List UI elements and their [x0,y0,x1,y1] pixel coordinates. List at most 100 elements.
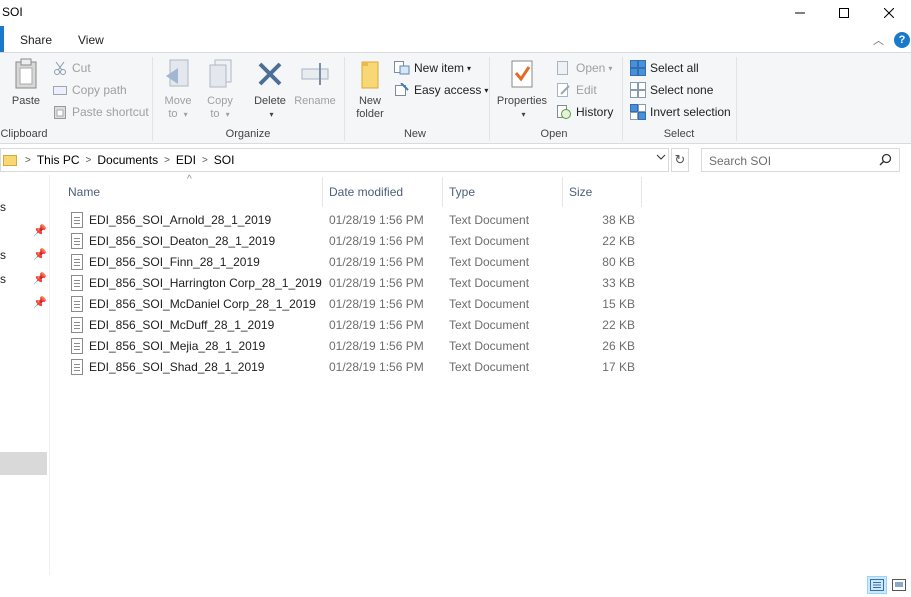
chevron-down-icon[interactable] [656,153,666,164]
copy-to-button[interactable]: Copy to ▾ [202,57,238,121]
file-date: 01/28/19 1:56 PM [329,234,424,248]
tab-file[interactable] [0,26,4,52]
column-header-date[interactable]: Date modified [329,185,403,199]
file-type: Text Document [449,213,530,227]
chevron-right-icon[interactable]: > [164,155,170,166]
easy-access-button[interactable]: Easy access ▾ [394,81,488,99]
file-type: Text Document [449,255,530,269]
paste-label: Paste [11,95,41,107]
file-row[interactable]: EDI_856_SOI_McDuff_28_1_2019 01/28/19 1:… [61,315,661,336]
invert-selection-icon [630,104,646,120]
search-box[interactable]: Search SOI [701,148,900,172]
cut-button[interactable]: Cut [52,59,91,77]
search-input[interactable]: Search SOI [709,154,771,168]
move-to-button[interactable]: Move to ▾ [160,57,196,121]
rename-icon [299,57,331,91]
select-all-icon [630,60,646,76]
file-name: EDI_856_SOI_Arnold_28_1_2019 [89,213,272,227]
file-size: 80 KB [602,255,635,269]
column-divider[interactable] [442,177,443,207]
paste-button[interactable]: Paste [6,57,46,108]
chevron-down-icon: ▾ [608,63,613,73]
rename-button[interactable]: Rename [292,57,338,108]
nav-item-fragment[interactable]: s [0,248,6,262]
collapse-ribbon-icon[interactable]: ︿ [873,32,884,48]
search-icon [879,153,892,169]
properties-button[interactable]: Properties ▾ [494,57,550,121]
details-view-button[interactable] [867,576,887,594]
cut-label: Cut [72,61,91,75]
file-row[interactable]: EDI_856_SOI_Deaton_28_1_2019 01/28/19 1:… [61,231,661,252]
file-name: EDI_856_SOI_Mejia_28_1_2019 [89,339,266,353]
file-row[interactable]: EDI_856_SOI_Finn_28_1_2019 01/28/19 1:56… [61,252,661,273]
history-label: History [576,105,614,119]
rename-label: Rename [294,95,336,107]
nav-item-fragment[interactable]: s [0,272,6,286]
maximize-button[interactable] [821,0,867,26]
file-row[interactable]: EDI_856_SOI_Arnold_28_1_2019 01/28/19 1:… [61,210,661,231]
edit-button[interactable]: Edit [556,81,597,99]
file-size: 15 KB [602,297,635,311]
properties-icon [506,57,538,91]
new-item-button[interactable]: New item ▾ [394,59,471,77]
paste-shortcut-button[interactable]: Paste shortcut [52,103,149,121]
details-view-icon [870,579,884,591]
file-name: EDI_856_SOI_McDaniel Corp_28_1_2019 [89,297,316,311]
maximize-icon [839,8,849,18]
navigation-pane[interactable]: s 📌 s 📌 s 📌 📌 [0,175,50,575]
open-button[interactable]: Open ▾ [556,59,612,77]
file-type: Text Document [449,318,530,332]
select-none-button[interactable]: Select none [630,81,713,99]
close-button[interactable] [866,0,911,26]
file-name: EDI_856_SOI_Harrington Corp_28_1_2019 [89,276,322,290]
file-size: 22 KB [602,318,635,332]
file-date: 01/28/19 1:56 PM [329,276,424,290]
copy-path-button[interactable]: Copy path [52,81,127,99]
delete-label: Delete ▾ [254,95,286,119]
file-type: Text Document [449,234,530,248]
pin-icon: 📌 [33,249,47,261]
help-icon[interactable]: ? [894,32,910,48]
pin-icon: 📌 [33,297,47,309]
large-icons-view-button[interactable] [889,576,909,594]
chevron-right-icon[interactable]: > [86,155,92,166]
file-row[interactable]: EDI_856_SOI_Shad_28_1_2019 01/28/19 1:56… [61,357,661,378]
delete-button[interactable]: Delete ▾ [252,57,288,121]
select-all-button[interactable]: Select all [630,59,699,77]
column-header-name[interactable]: Name [68,185,100,199]
column-divider[interactable] [641,177,642,207]
new-folder-button[interactable]: New folder [350,57,390,121]
column-header-size[interactable]: Size [569,185,592,199]
file-row[interactable]: EDI_856_SOI_McDaniel Corp_28_1_2019 01/2… [61,294,661,315]
minimize-button[interactable] [777,0,823,26]
history-button[interactable]: History [556,103,613,121]
file-size: 33 KB [602,276,635,290]
nav-item-selected[interactable] [0,452,47,475]
file-date: 01/28/19 1:56 PM [329,339,424,353]
title-bar: SOI [0,0,911,26]
file-date: 01/28/19 1:56 PM [329,297,424,311]
breadcrumb-soi[interactable]: SOI [214,153,235,167]
invert-selection-button[interactable]: Invert selection [630,103,731,121]
text-file-icon [71,296,83,312]
address-row: > This PC > Documents > EDI > SOI ↻ Sear… [0,148,911,173]
refresh-button[interactable]: ↻ [671,148,689,172]
file-row[interactable]: EDI_856_SOI_Harrington Corp_28_1_2019 01… [61,273,661,294]
breadcrumb-documents[interactable]: Documents [97,153,158,167]
breadcrumb-edi[interactable]: EDI [176,153,196,167]
chevron-right-icon[interactable]: > [25,155,31,166]
address-bar[interactable]: > This PC > Documents > EDI > SOI [0,148,669,172]
column-divider[interactable] [562,177,563,207]
new-item-label: New item [414,61,465,75]
tab-view[interactable]: View [78,33,104,47]
file-row[interactable]: EDI_856_SOI_Mejia_28_1_2019 01/28/19 1:5… [61,336,661,357]
edit-label: Edit [576,83,597,97]
column-header-type[interactable]: Type [449,185,475,199]
nav-item-fragment[interactable]: s [0,200,6,214]
column-divider[interactable] [322,177,323,207]
tab-share[interactable]: Share [20,33,52,47]
text-file-icon [71,317,83,333]
pin-icon: 📌 [33,225,47,237]
chevron-right-icon[interactable]: > [202,155,208,166]
breadcrumb-this-pc[interactable]: This PC [37,153,80,167]
